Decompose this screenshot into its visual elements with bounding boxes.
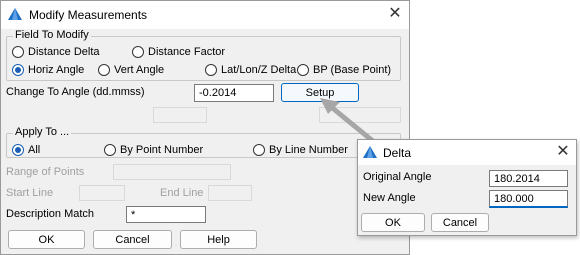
radio-button[interactable] (104, 144, 116, 156)
radio-button[interactable] (253, 144, 265, 156)
delta-ok-button[interactable]: OK (361, 213, 425, 232)
change-to-angle-label: Change To Angle (dd.mmss) (6, 86, 145, 98)
range-of-points-label: Range of Points (6, 166, 85, 178)
description-match-label: Description Match (6, 208, 95, 220)
ok-button[interactable]: OK (8, 230, 85, 249)
cancel-button[interactable]: Cancel (93, 230, 172, 249)
delta-cancel-button[interactable]: Cancel (431, 213, 489, 232)
help-button[interactable]: Help (180, 230, 257, 249)
radio-distance-delta[interactable]: Distance Delta (12, 46, 100, 58)
change-to-angle-input[interactable]: -0.2014 (194, 84, 274, 102)
end-line-input (208, 185, 252, 201)
radio-horiz-angle[interactable]: Horiz Angle (12, 64, 84, 76)
radio-button[interactable] (297, 64, 309, 76)
radio-lat-lon-z-delta[interactable]: Lat/Lon/Z Delta (205, 64, 296, 76)
radio-label: Horiz Angle (28, 64, 85, 76)
start-line-label: Start Line (6, 187, 54, 199)
radio-vert-angle[interactable]: Vert Angle (98, 64, 164, 76)
original-angle-input[interactable]: 180.2014 (489, 170, 568, 187)
title-bar: Modify Measurements ✕ (1, 1, 409, 29)
delta-window-title: Delta (383, 146, 412, 160)
radio-by-point-number[interactable]: By Point Number (104, 144, 203, 156)
app-logo-icon (363, 146, 377, 158)
field-to-modify-legend: Field To Modify (13, 29, 91, 41)
radio-label: All (28, 144, 41, 156)
disabled-field (153, 107, 207, 123)
radio-button[interactable] (12, 46, 24, 58)
radio-label: Distance Delta (28, 46, 100, 58)
start-line-input (79, 185, 125, 201)
window-title: Modify Measurements (29, 8, 148, 22)
end-line-label: End Line (160, 187, 204, 199)
radio-button[interactable] (98, 64, 110, 76)
apply-to-legend: Apply To ... (13, 126, 72, 138)
radio-base-point[interactable]: BP (Base Point) (297, 64, 391, 76)
new-angle-label: New Angle (363, 192, 416, 204)
radio-label: By Point Number (120, 144, 204, 156)
radio-label: Vert Angle (114, 64, 165, 76)
new-angle-input[interactable]: 180.000 (489, 190, 568, 208)
radio-button[interactable] (205, 64, 217, 76)
description-match-input[interactable]: * (126, 206, 206, 223)
radio-all[interactable]: All (12, 144, 40, 156)
delta-dialog: Delta ✕ Original Angle 180.2014 New Angl… (357, 139, 577, 236)
close-icon[interactable]: ✕ (552, 142, 574, 164)
radio-label: BP (Base Point) (313, 64, 392, 76)
radio-button-selected[interactable] (12, 64, 24, 76)
radio-label: Distance Factor (148, 46, 226, 58)
close-icon[interactable]: ✕ (384, 4, 406, 26)
original-angle-label: Original Angle (363, 171, 432, 183)
delta-title-bar: Delta ✕ (358, 140, 576, 165)
range-of-points-input (113, 164, 231, 180)
app-logo-icon (8, 8, 22, 20)
radio-label: Lat/Lon/Z Delta (221, 64, 297, 76)
radio-button[interactable] (132, 46, 144, 58)
radio-button-selected[interactable] (12, 144, 24, 156)
radio-distance-factor[interactable]: Distance Factor (132, 46, 225, 58)
